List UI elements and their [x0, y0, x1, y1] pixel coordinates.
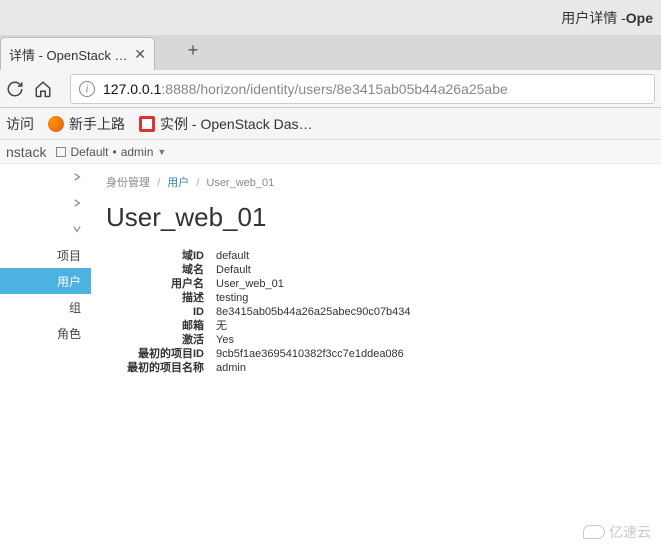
bookmark-instances[interactable]: 实例 - OpenStack Das…: [139, 114, 313, 134]
detail-label: 激活: [106, 333, 216, 347]
bookmark-frequent[interactable]: 访问: [6, 114, 34, 134]
detail-row: ID8e3415ab05b44a26a25abec90c07b434: [106, 305, 661, 319]
detail-label: 用户名: [106, 277, 216, 291]
chevron-down-icon: ▼: [157, 147, 166, 157]
domain-name: Default: [70, 145, 108, 159]
details-list: 域IDdefault 域名Default 用户名User_web_01 描述te…: [106, 249, 661, 375]
app-header: nstack Default • admin ▼: [0, 140, 661, 164]
detail-row: 域名Default: [106, 263, 661, 277]
sidebar-expand-1[interactable]: [0, 164, 91, 190]
window-title-prefix: 用户详情 -: [561, 8, 626, 28]
detail-row: 域IDdefault: [106, 249, 661, 263]
content-area: 项目 用户 组 角色 身份管理 / 用户 / User_web_01 User_…: [0, 164, 661, 548]
window-title-bar: 用户详情 - Ope: [0, 0, 661, 35]
detail-label: 最初的项目名称: [106, 361, 216, 375]
breadcrumb: 身份管理 / 用户 / User_web_01: [106, 174, 661, 190]
breadcrumb-separator: /: [157, 177, 160, 189]
sidebar-item-label: 项目: [57, 247, 81, 264]
detail-row: 邮箱无: [106, 319, 661, 333]
watermark-text: 亿速云: [609, 522, 651, 542]
detail-value: User_web_01: [216, 277, 284, 291]
detail-value: 9cb5f1ae3695410382f3cc7e1ddea086: [216, 347, 404, 361]
sidebar-item-user[interactable]: 用户: [0, 268, 91, 294]
main-content: 身份管理 / 用户 / User_web_01 User_web_01 域IDd…: [91, 164, 661, 548]
browser-tab[interactable]: 详情 - OpenStack Da… ✕: [0, 37, 155, 70]
home-icon[interactable]: [34, 80, 52, 98]
detail-value: Yes: [216, 333, 234, 347]
firefox-icon: [48, 116, 64, 132]
sidebar-expand-2[interactable]: [0, 190, 91, 216]
bullet: •: [113, 145, 117, 159]
bookmark-bar: 访问 新手上路 实例 - OpenStack Das…: [0, 108, 661, 140]
sidebar-item-group[interactable]: 组: [0, 294, 91, 320]
detail-label: ID: [106, 305, 216, 319]
tab-strip: 详情 - OpenStack Da… ✕ +: [0, 35, 661, 70]
breadcrumb-link-user[interactable]: 用户: [167, 177, 189, 189]
nav-bar: i 127.0.0.1 :8888/horizon/identity/users…: [0, 70, 661, 108]
close-tab-icon[interactable]: ✕: [134, 46, 146, 63]
domain-selector[interactable]: Default • admin ▼: [56, 145, 166, 159]
tab-label: 详情 - OpenStack Da…: [9, 45, 128, 64]
detail-label: 域名: [106, 263, 216, 277]
bookmark-label: 新手上路: [69, 114, 125, 134]
breadcrumb-separator: /: [196, 177, 199, 189]
sidebar-item-label: 角色: [57, 325, 81, 342]
bookmark-getting-started[interactable]: 新手上路: [48, 114, 125, 134]
detail-value: testing: [216, 291, 248, 305]
detail-label: 域ID: [106, 249, 216, 263]
detail-value: default: [216, 249, 249, 263]
detail-row: 最初的项目名称admin: [106, 361, 661, 375]
user-name: admin: [121, 145, 154, 159]
detail-label: 邮箱: [106, 319, 216, 333]
sidebar-item-label: 组: [69, 299, 81, 316]
sidebar: 项目 用户 组 角色: [0, 164, 91, 548]
breadcrumb-current: User_web_01: [206, 177, 274, 189]
detail-label: 最初的项目ID: [106, 347, 216, 361]
url-host: 127.0.0.1: [103, 81, 161, 97]
sidebar-item-role[interactable]: 角色: [0, 320, 91, 346]
bookmark-label: 访问: [6, 114, 34, 134]
detail-row: 最初的项目ID9cb5f1ae3695410382f3cc7e1ddea086: [106, 347, 661, 361]
watermark: 亿速云: [583, 522, 651, 542]
openstack-icon: [139, 116, 155, 132]
detail-value: admin: [216, 361, 246, 375]
sidebar-collapse[interactable]: [0, 216, 91, 242]
breadcrumb-root: 身份管理: [106, 177, 150, 189]
cloud-icon: [583, 525, 605, 539]
url-path: :8888/horizon/identity/users/8e3415ab05b…: [161, 81, 507, 97]
detail-row: 激活Yes: [106, 333, 661, 347]
detail-value: Default: [216, 263, 251, 277]
window-title-app: Ope: [626, 10, 653, 26]
detail-row: 用户名User_web_01: [106, 277, 661, 291]
reload-icon[interactable]: [6, 80, 24, 98]
cube-icon: [56, 147, 66, 157]
page-title: User_web_01: [106, 202, 661, 233]
detail-label: 描述: [106, 291, 216, 305]
detail-value: 无: [216, 319, 227, 333]
info-icon[interactable]: i: [79, 81, 95, 97]
sidebar-item-label: 用户: [57, 273, 81, 290]
detail-row: 描述testing: [106, 291, 661, 305]
url-bar[interactable]: i 127.0.0.1 :8888/horizon/identity/users…: [70, 74, 655, 104]
brand-logo: nstack: [6, 144, 46, 160]
bookmark-label: 实例 - OpenStack Das…: [160, 114, 313, 134]
detail-value: 8e3415ab05b44a26a25abec90c07b434: [216, 305, 411, 319]
new-tab-button[interactable]: +: [177, 38, 209, 70]
sidebar-item-project[interactable]: 项目: [0, 242, 91, 268]
